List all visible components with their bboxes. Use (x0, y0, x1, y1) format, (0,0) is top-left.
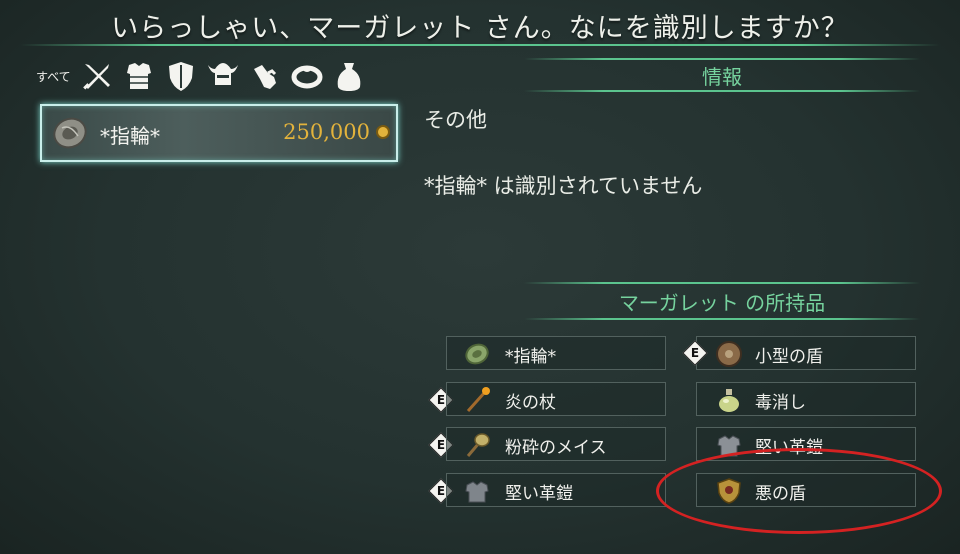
category-all[interactable]: すべて (36, 68, 71, 85)
inventory-header-rule-top (524, 282, 920, 284)
shield-icon[interactable] (163, 56, 199, 96)
inventory-item-name: 堅い革鎧 (755, 438, 823, 458)
inventory-item-name: 悪の盾 (755, 484, 806, 504)
ring-icon (50, 114, 90, 152)
weapon-icon[interactable] (79, 56, 115, 96)
armor-icon[interactable] (121, 56, 157, 96)
selected-item-price: 250,000 (283, 120, 370, 144)
leather-armor-icon (715, 431, 743, 459)
inventory-item-name: 小型の盾 (755, 347, 823, 367)
inventory-item-name: 粉砕のメイス (505, 438, 607, 458)
ring-icon (463, 340, 491, 368)
equipped-badge: E (682, 340, 708, 366)
inventory-item[interactable]: *指輪* (446, 336, 666, 370)
selected-item-name: *指輪* (100, 124, 160, 148)
inventory-item[interactable]: 粉砕のメイス (446, 427, 666, 461)
inventory-header: マーガレット の所持品 (618, 291, 826, 315)
category-filter: すべて (36, 54, 373, 98)
pouch-icon[interactable] (331, 56, 367, 96)
inventory-item-name: 毒消し (755, 393, 806, 413)
inventory-item-name: 炎の杖 (505, 393, 556, 413)
page-title: いらっしゃい、マーガレット さん。なにを識別しますか？ (111, 13, 849, 44)
inventory-item[interactable]: 悪の盾 (696, 473, 916, 507)
helmet-icon[interactable] (205, 56, 241, 96)
selected-item-row[interactable]: *指輪* 250,000 (40, 104, 398, 162)
inventory-item[interactable]: 堅い革鎧 (696, 427, 916, 461)
inventory-item[interactable]: 堅い革鎧 (446, 473, 666, 507)
title-divider (20, 44, 940, 46)
leather-armor-icon (463, 477, 491, 505)
ring-icon[interactable] (289, 56, 325, 96)
round-shield-icon (715, 340, 743, 368)
potion-icon (715, 386, 743, 414)
info-header-rule-top (524, 58, 920, 60)
info-header: 情報 (702, 65, 742, 89)
inventory-item[interactable]: 小型の盾 (696, 336, 916, 370)
coin-icon (376, 125, 390, 139)
mace-icon (463, 431, 491, 459)
evil-shield-icon (715, 477, 743, 505)
gauntlet-icon[interactable] (247, 56, 283, 96)
inventory-item-name: *指輪* (505, 347, 556, 367)
info-category: その他 (424, 108, 487, 132)
info-header-rule-bottom (524, 90, 920, 92)
inventory-header-rule-bottom (524, 318, 920, 320)
inventory-item[interactable]: 炎の杖 (446, 382, 666, 416)
inventory-item[interactable]: 毒消し (696, 382, 916, 416)
staff-icon (463, 386, 491, 414)
info-description: *指輪* は識別されていません (424, 174, 703, 198)
inventory-item-name: 堅い革鎧 (505, 484, 573, 504)
